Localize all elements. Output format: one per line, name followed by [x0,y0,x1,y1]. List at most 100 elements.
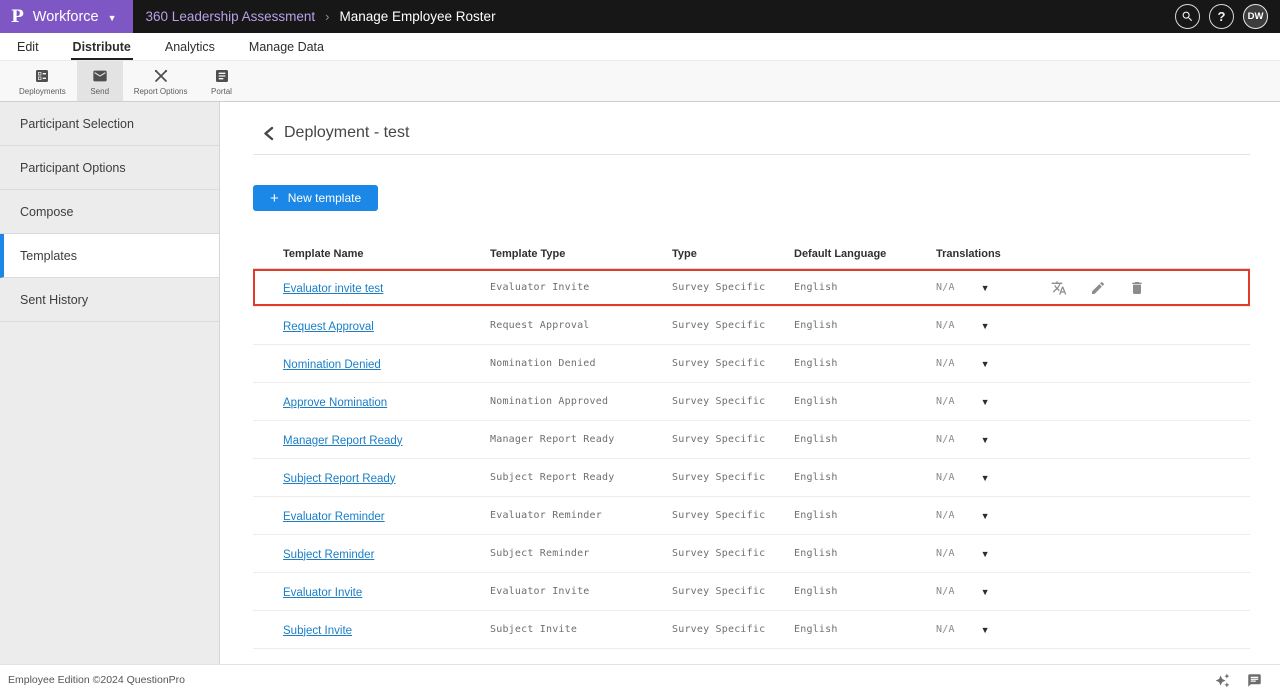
template-name-link[interactable]: Manager Report Ready [283,435,403,447]
template-table-row: Request Approval Request Approval Survey… [253,307,1250,345]
edit-pencil-icon[interactable] [1090,280,1106,296]
template-name-link[interactable]: Nomination Denied [283,359,381,371]
sidebar: Participant Selection Participant Option… [0,102,220,664]
column-header-template-type: Template Type [490,248,672,260]
app-window: P Workforce ▼ 360 Leadership Assessment … [0,0,1280,695]
new-template-button[interactable]: + New template [253,185,378,211]
toolbar-item-portal[interactable]: Portal [199,61,245,101]
distribute-toolbar: Deployments Send Report Options Portal [0,60,1280,102]
default-language-cell: English [794,320,936,331]
translations-dropdown-button[interactable]: ▼ [981,625,990,635]
chat-icon [1247,673,1262,688]
template-name-link[interactable]: Request Approval [283,321,374,333]
type-cell: Survey Specific [672,472,794,483]
menu-item-edit[interactable]: Edit [15,35,41,60]
template-name-link[interactable]: Subject Report Ready [283,473,396,485]
row-actions [1046,280,1250,296]
sparkle-icon [1215,673,1230,688]
translations-dropdown-button[interactable]: ▼ [981,473,990,483]
translations-value: N/A [936,586,955,597]
template-type-cell: Nomination Denied [490,358,672,369]
translations-dropdown-button[interactable]: ▼ [981,511,990,521]
feedback-chat-button[interactable] [1247,673,1262,688]
footer: Employee Edition ©2024 QuestionPro [0,664,1280,695]
breadcrumb-parent-link[interactable]: 360 Leadership Assessment [146,9,316,24]
translations-dropdown-button[interactable]: ▼ [981,397,990,407]
template-name-link[interactable]: Evaluator invite test [283,283,383,295]
help-button[interactable]: ? [1209,4,1234,29]
translations-dropdown-button[interactable]: ▼ [981,549,990,559]
template-type-cell: Evaluator Invite [490,586,672,597]
toolbar-item-send[interactable]: Send [77,61,123,101]
divider [253,154,1250,155]
translations-dropdown-button[interactable]: ▼ [981,321,990,331]
column-header-translations: Translations [936,248,1046,260]
translations-dropdown-button[interactable]: ▼ [981,587,990,597]
toolbar-label: Send [90,87,109,96]
translations-dropdown-button[interactable]: ▼ [981,283,990,293]
main-menu: Edit Distribute Analytics Manage Data [0,33,1280,60]
sidebar-item-sent-history[interactable]: Sent History [0,278,219,322]
menu-item-analytics[interactable]: Analytics [163,35,217,60]
template-table-row: Evaluator Reminder Evaluator Reminder Su… [253,497,1250,535]
toolbar-item-deployments[interactable]: Deployments [8,61,77,101]
default-language-cell: English [794,510,936,521]
translations-value: N/A [936,510,955,521]
templates-table: Template Name Template Type Type Default… [253,239,1250,649]
template-table-row: Evaluator invite test Evaluator Invite S… [253,269,1250,307]
copyright-text: Employee Edition ©2024 QuestionPro [8,674,185,686]
translations-value: N/A [936,548,955,559]
sparkle-ai-button[interactable] [1215,673,1230,688]
type-cell: Survey Specific [672,282,794,293]
back-button[interactable] [262,126,275,141]
translations-dropdown-button[interactable]: ▼ [981,359,990,369]
menu-item-manage-data[interactable]: Manage Data [247,35,326,60]
toolbar-label: Portal [211,87,232,96]
menu-item-distribute[interactable]: Distribute [71,35,133,60]
default-language-cell: English [794,548,936,559]
translate-icon[interactable] [1051,280,1067,296]
user-avatar[interactable]: DW [1243,4,1268,29]
toolbar-item-report-options[interactable]: Report Options [123,61,199,101]
template-name-link[interactable]: Approve Nomination [283,397,387,409]
template-table-row: Subject Reminder Subject Reminder Survey… [253,535,1250,573]
template-name-link[interactable]: Subject Invite [283,625,352,637]
table-header-row: Template Name Template Type Type Default… [253,239,1250,269]
delete-trash-icon[interactable] [1129,280,1145,296]
type-cell: Survey Specific [672,548,794,559]
chevron-left-icon [262,126,275,141]
template-table-row: Nomination Denied Nomination Denied Surv… [253,345,1250,383]
portal-icon [214,68,230,84]
template-type-cell: Evaluator Invite [490,282,672,293]
template-type-cell: Nomination Approved [490,396,672,407]
search-icon [1181,10,1194,23]
template-name-link[interactable]: Evaluator Invite [283,587,362,599]
template-name-link[interactable]: Evaluator Reminder [283,511,385,523]
column-header-template-name: Template Name [283,248,490,260]
sidebar-item-compose[interactable]: Compose [0,190,219,234]
template-type-cell: Subject Report Ready [490,472,672,483]
deployments-icon [34,68,50,84]
template-name-link[interactable]: Subject Reminder [283,549,374,561]
default-language-cell: English [794,624,936,635]
translations-value: N/A [936,434,955,445]
main-content: Deployment - test + New template Templat… [220,102,1280,664]
template-table-row: Approve Nomination Nomination Approved S… [253,383,1250,421]
workforce-product-menu[interactable]: P Workforce ▼ [0,0,133,33]
template-type-cell: Manager Report Ready [490,434,672,445]
sidebar-item-participant-options[interactable]: Participant Options [0,146,219,190]
type-cell: Survey Specific [672,586,794,597]
search-button[interactable] [1175,4,1200,29]
column-header-type: Type [672,248,794,260]
type-cell: Survey Specific [672,396,794,407]
breadcrumb-separator: › [325,9,329,24]
topbar-actions: ? DW [1175,4,1280,29]
sidebar-item-templates[interactable]: Templates [0,234,219,278]
translations-dropdown-button[interactable]: ▼ [981,435,990,445]
translations-value: N/A [936,472,955,483]
template-table-body: Evaluator invite test Evaluator Invite S… [253,269,1250,649]
default-language-cell: English [794,358,936,369]
translations-value: N/A [936,358,955,369]
sidebar-item-participant-selection[interactable]: Participant Selection [0,102,219,146]
type-cell: Survey Specific [672,358,794,369]
